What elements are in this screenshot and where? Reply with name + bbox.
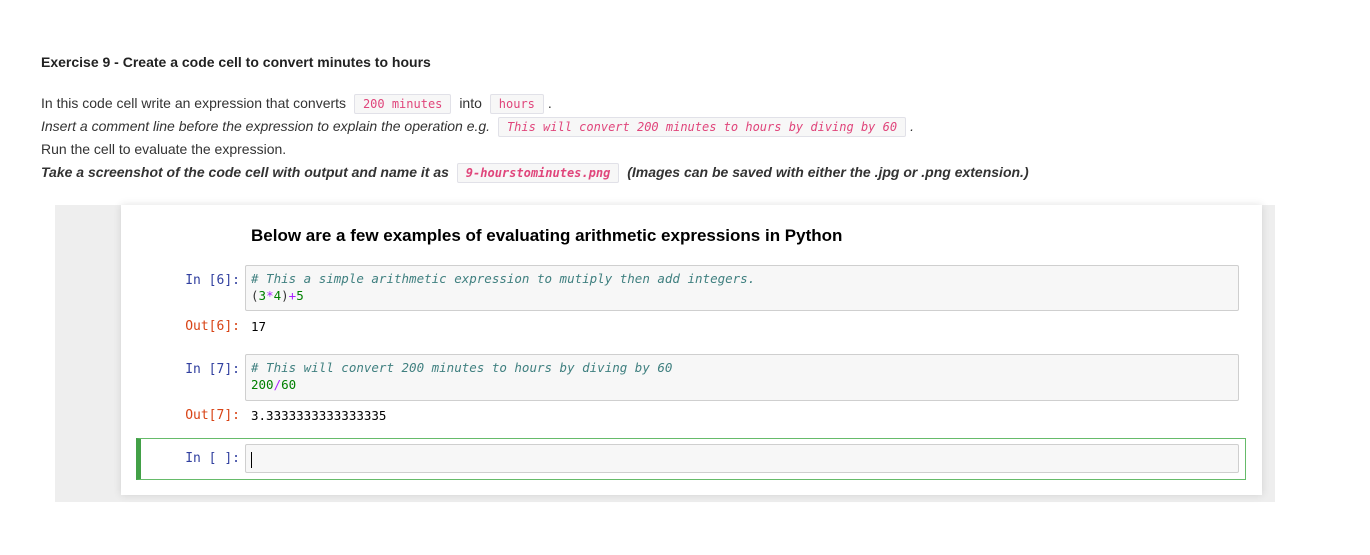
instruction-text: Take a screenshot of the code cell with … xyxy=(41,164,449,180)
instruction-text: . xyxy=(547,95,552,111)
inline-code-comment-example: This will convert 200 minutes to hours b… xyxy=(497,117,907,137)
text-cursor xyxy=(251,451,252,468)
cell-output: 17 xyxy=(251,319,267,334)
cell-output: 3.3333333333333335 xyxy=(251,408,387,423)
empty-code-cell-input[interactable] xyxy=(245,444,1239,473)
instruction-text: Insert a comment line before the express… xyxy=(41,118,491,134)
instruction-text: into xyxy=(459,95,482,111)
inline-code-hours: hours xyxy=(489,94,544,114)
in-prompt: In [ ]: xyxy=(185,451,240,466)
in-prompt: In [6]: xyxy=(185,273,240,288)
code-comment: # This a simple arithmetic expression to… xyxy=(251,271,756,286)
out-prompt: Out[6]: xyxy=(185,319,240,334)
instruction-text: (Images can be saved with either the .jp… xyxy=(627,164,1029,180)
in-prompt: In [7]: xyxy=(185,362,240,377)
instruction-line-3: Run the cell to evaluate the expression. xyxy=(41,141,287,157)
inline-code-filename: 9-hourstominutes.png xyxy=(456,163,620,183)
instruction-line-1: In this code cell write an expression th… xyxy=(41,92,1241,115)
exercise-block: Exercise 9 - Create a code cell to conve… xyxy=(41,52,1241,184)
out-prompt: Out[7]: xyxy=(185,408,240,423)
code-cell-input[interactable]: # This a simple arithmetic expression to… xyxy=(245,265,1239,311)
exercise-title: Exercise 9 - Create a code cell to conve… xyxy=(41,54,431,70)
instruction-text: . xyxy=(910,118,914,134)
inline-code-minutes: 200 minutes xyxy=(353,94,452,114)
instruction-line-2: Insert a comment line before the express… xyxy=(41,115,1241,138)
code-comment: # This will convert 200 minutes to hours… xyxy=(251,360,673,375)
code-cell-input[interactable]: # This will convert 200 minutes to hours… xyxy=(245,354,1239,401)
code-line: (3*4)+5 xyxy=(251,288,304,303)
code-line: 200/60 xyxy=(251,377,297,392)
instruction-line-4: Take a screenshot of the code cell with … xyxy=(41,161,1241,184)
notebook-heading: Below are a few examples of evaluating a… xyxy=(251,226,843,245)
instruction-text: In this code cell write an expression th… xyxy=(41,95,347,111)
